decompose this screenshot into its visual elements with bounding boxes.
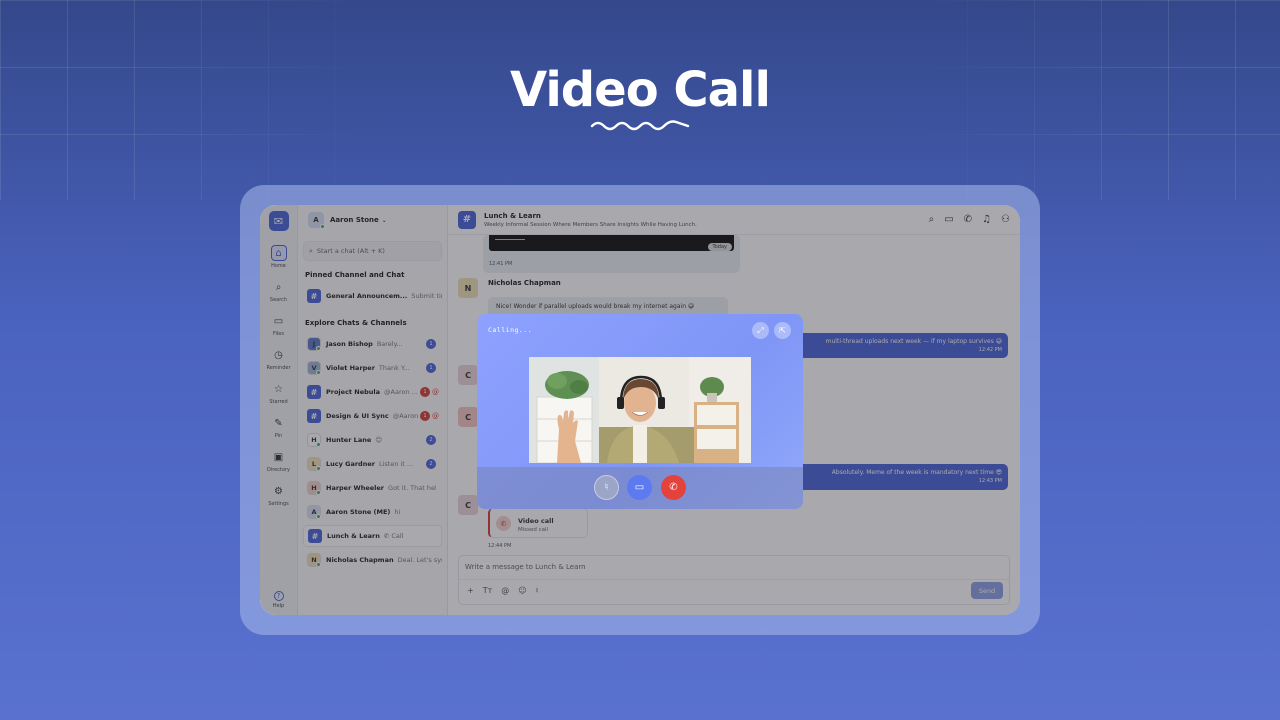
call-status: Calling... xyxy=(488,326,533,334)
video-feed-image xyxy=(529,357,751,463)
hero-title: Video Call xyxy=(510,62,771,118)
hang-up-icon: ✆ xyxy=(669,482,678,493)
camera-icon: ▭ xyxy=(634,482,645,493)
popout-icon[interactable]: ⇱ xyxy=(774,322,791,339)
title-underline-squiggle xyxy=(590,120,690,131)
call-controls-bar: ♮ ▭ ✆ xyxy=(477,467,803,509)
video-call-window: Calling... ⤢ ⇱ ♮ ▭ ✆ xyxy=(477,314,803,509)
end-call-button[interactable]: ✆ xyxy=(661,475,686,500)
participant-video xyxy=(529,357,751,463)
minimize-icon[interactable]: ⤢ xyxy=(752,322,769,339)
mic-off-icon: ♮ xyxy=(604,482,609,493)
mute-mic-button[interactable]: ♮ xyxy=(594,475,619,500)
toggle-camera-button[interactable]: ▭ xyxy=(627,475,652,500)
